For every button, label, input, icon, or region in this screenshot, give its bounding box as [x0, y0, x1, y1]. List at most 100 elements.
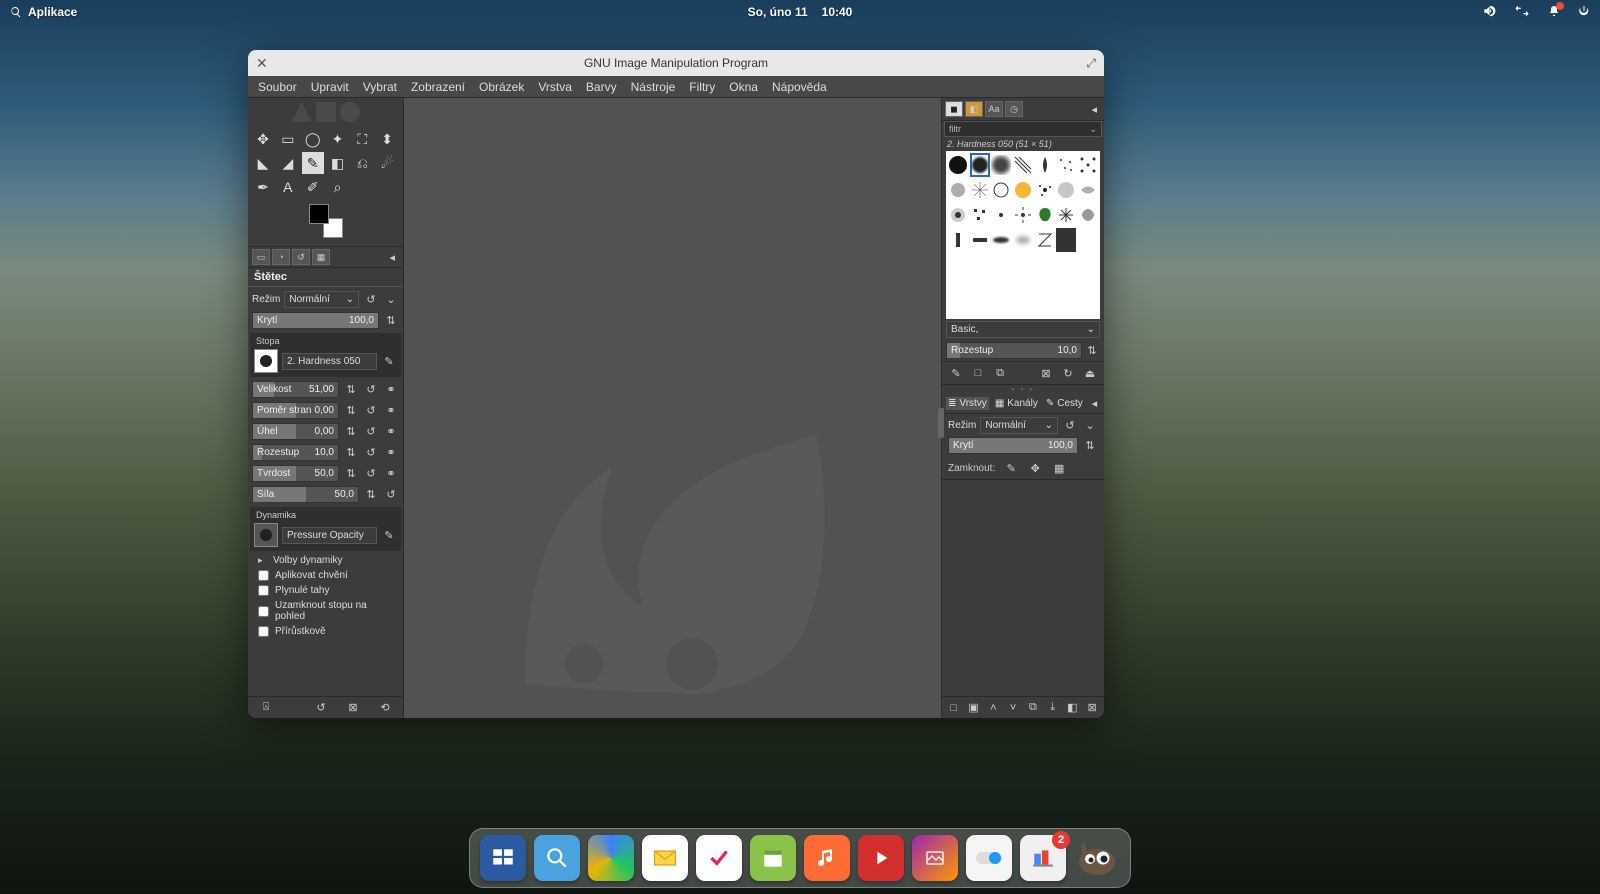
tab-fonts[interactable]: Aa	[985, 101, 1003, 117]
dock-app-software[interactable]: 2	[1020, 835, 1066, 881]
brush-item[interactable]	[970, 203, 991, 227]
tool-gradient[interactable]: ◢	[277, 152, 299, 174]
brush-item[interactable]	[991, 178, 1012, 202]
close-icon[interactable]: ✕	[256, 55, 268, 72]
layer-delete-icon[interactable]: ⊠	[1086, 700, 1098, 716]
layer-up-icon[interactable]: ˄	[988, 700, 1000, 716]
brush-item[interactable]	[970, 178, 991, 202]
dock-app-settings[interactable]	[966, 835, 1012, 881]
dock-app-mail[interactable]	[642, 835, 688, 881]
layer-duplicate-icon[interactable]: ⧉	[1027, 700, 1039, 716]
maximize-icon[interactable]: ⤢	[1086, 56, 1096, 71]
brush-item[interactable]	[1013, 228, 1034, 252]
brush-item[interactable]	[970, 228, 991, 252]
spacing-reset-icon[interactable]: ↺	[363, 445, 379, 461]
tool-bucket[interactable]: ◣	[252, 152, 274, 174]
menu-select[interactable]: Vybrat	[363, 80, 397, 94]
angle-reset-icon[interactable]: ↺	[363, 424, 379, 440]
brush-item[interactable]	[1077, 153, 1098, 177]
brush-item[interactable]	[1077, 203, 1098, 227]
topbar-time[interactable]: 10:40	[822, 5, 853, 19]
aspect-reset-icon[interactable]: ↺	[363, 403, 379, 419]
tool-crop[interactable]: ⛶	[351, 128, 373, 150]
tab-undo-history[interactable]: ↺	[292, 249, 310, 265]
layer-opacity-slider[interactable]: Krytí100,0	[948, 437, 1078, 454]
tab-device-status[interactable]: ◔	[272, 249, 290, 265]
tool-color-picker[interactable]: ✐	[302, 176, 324, 198]
lock-brush-checkbox[interactable]: Uzamknout stopu na pohled	[252, 598, 399, 624]
dock-app-photos[interactable]	[912, 835, 958, 881]
mode-reset-icon[interactable]: ↺	[363, 292, 379, 308]
force-slider[interactable]: Síla50,0	[252, 486, 359, 503]
size-spinner-icon[interactable]: ⇅	[343, 382, 359, 398]
hardness-reset-icon[interactable]: ↺	[363, 466, 379, 482]
reset-options-icon[interactable]: ⟲	[377, 700, 393, 716]
dynamics-options-expander[interactable]: ▸Volby dynamiky	[252, 553, 399, 568]
power-icon[interactable]	[1578, 5, 1590, 20]
dock-app-browser[interactable]	[588, 835, 634, 881]
menu-image[interactable]: Obrázek	[479, 80, 524, 94]
lock-alpha-icon[interactable]: ▦	[1051, 460, 1067, 476]
dynamics-preview[interactable]	[254, 523, 278, 547]
tool-smudge[interactable]: ☄	[376, 152, 398, 174]
tool-text[interactable]: A	[277, 176, 299, 198]
brush-open-icon[interactable]: ⏏	[1082, 365, 1098, 381]
displays-icon[interactable]	[1514, 5, 1530, 20]
menu-layer[interactable]: Vrstva	[538, 80, 572, 94]
opacity-spinner-icon[interactable]: ⇅	[383, 313, 399, 329]
layer-mode-reset-icon[interactable]: ↺	[1062, 418, 1078, 434]
topbar-date[interactable]: So, úno 11	[748, 5, 808, 19]
brush-item[interactable]	[970, 153, 991, 177]
brushes-menu-icon[interactable]: ◂	[1087, 103, 1101, 116]
tab-layers[interactable]: ≣Vrstvy	[946, 397, 989, 410]
brush-filter-input[interactable]: filtr⌄	[944, 121, 1102, 137]
mode-chevron-icon[interactable]: ⌄	[383, 292, 399, 308]
dock-app-files[interactable]	[534, 835, 580, 881]
restore-options-icon[interactable]: ↺	[313, 700, 329, 716]
layer-new-icon[interactable]: □	[948, 700, 960, 716]
jitter-checkbox[interactable]: Aplikovat chvění	[252, 568, 399, 583]
brush-preview[interactable]	[254, 349, 278, 373]
tool-paintbrush[interactable]: ✎	[302, 152, 324, 174]
brush-item[interactable]	[1034, 203, 1055, 227]
spacing-slider[interactable]: Rozestup10,0	[252, 444, 339, 461]
activities-area[interactable]: Aplikace	[10, 5, 77, 19]
dock-separator[interactable]: • • •	[942, 385, 1104, 393]
tool-move[interactable]: ✥	[252, 128, 274, 150]
brush-item[interactable]	[948, 228, 969, 252]
brush-preset-dropdown[interactable]: Basic,⌄	[946, 321, 1100, 338]
layer-mode-dropdown[interactable]: Normální⌄	[980, 417, 1058, 434]
size-link-icon[interactable]: ⚭	[383, 382, 399, 398]
menu-tools[interactable]: Nástroje	[631, 80, 676, 94]
smooth-stroke-checkbox[interactable]: Plynulé tahy	[252, 583, 399, 598]
tab-brushes[interactable]: ◼	[945, 101, 963, 117]
brush-item[interactable]	[991, 153, 1012, 177]
brush-new-icon[interactable]: □	[970, 365, 986, 381]
canvas-area[interactable]	[404, 98, 941, 718]
options-menu-icon[interactable]: ◂	[385, 251, 399, 264]
brush-item[interactable]	[1034, 228, 1055, 252]
force-reset-icon[interactable]: ↺	[383, 487, 399, 503]
save-options-icon[interactable]: ⍓	[258, 700, 274, 716]
menu-view[interactable]: Zobrazení	[411, 80, 465, 94]
brush-item[interactable]	[1013, 178, 1034, 202]
brush-spacing-slider[interactable]: Rozestup10,0	[946, 342, 1082, 359]
titlebar[interactable]: ✕ GNU Image Manipulation Program ⤢	[248, 50, 1104, 76]
tab-paths[interactable]: ✎Cesty	[1044, 397, 1085, 410]
panel-resize-handle[interactable]	[938, 408, 944, 438]
brush-item[interactable]	[991, 228, 1012, 252]
tab-tool-options[interactable]: ▭	[252, 249, 270, 265]
brush-edit-icon[interactable]: ✎	[948, 365, 964, 381]
menu-filters[interactable]: Filtry	[689, 80, 715, 94]
tab-channels[interactable]: ▦Kanály	[993, 397, 1040, 410]
volume-icon[interactable]	[1482, 4, 1496, 21]
brush-item[interactable]	[1034, 153, 1055, 177]
layers-list[interactable]	[942, 480, 1104, 696]
tab-images[interactable]: ▦	[312, 249, 330, 265]
brush-item[interactable]	[948, 203, 969, 227]
size-slider[interactable]: Velikost51,00	[252, 381, 339, 398]
menu-help[interactable]: Nápověda	[772, 80, 827, 94]
tool-zoom[interactable]: ⌕	[327, 176, 349, 198]
tab-patterns[interactable]: ◧	[965, 101, 983, 117]
dynamics-edit-icon[interactable]: ✎	[381, 527, 397, 543]
